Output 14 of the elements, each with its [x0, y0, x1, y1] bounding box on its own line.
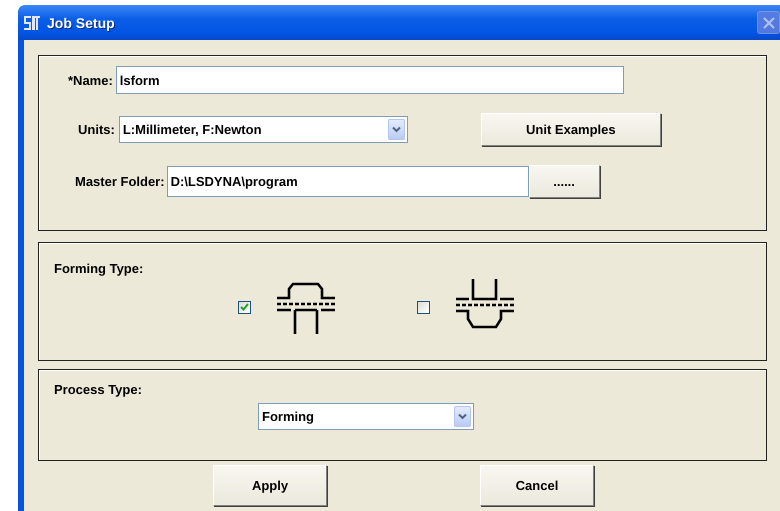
unit-examples-button[interactable]: Unit Examples [480, 113, 661, 146]
units-dropdown[interactable]: L:Millimeter, F:Newton [118, 116, 408, 143]
cancel-button[interactable]: Cancel [480, 465, 594, 506]
name-field[interactable]: lsform [116, 66, 624, 94]
window-title: Job Setup [47, 14, 115, 30]
name-label: *Name: [68, 72, 113, 88]
browse-button[interactable]: ...... [528, 165, 600, 198]
process-type-label: Process Type: [54, 382, 142, 397]
process-type-dropdown[interactable]: Forming [258, 403, 474, 430]
units-label: Units: [78, 122, 115, 137]
master-folder-field[interactable]: D:\LSDYNA\program [166, 166, 529, 197]
forming-type-label: Forming Type: [54, 261, 144, 276]
master-folder-label: Master Folder: [75, 174, 165, 189]
apply-button[interactable]: Apply [213, 465, 327, 506]
